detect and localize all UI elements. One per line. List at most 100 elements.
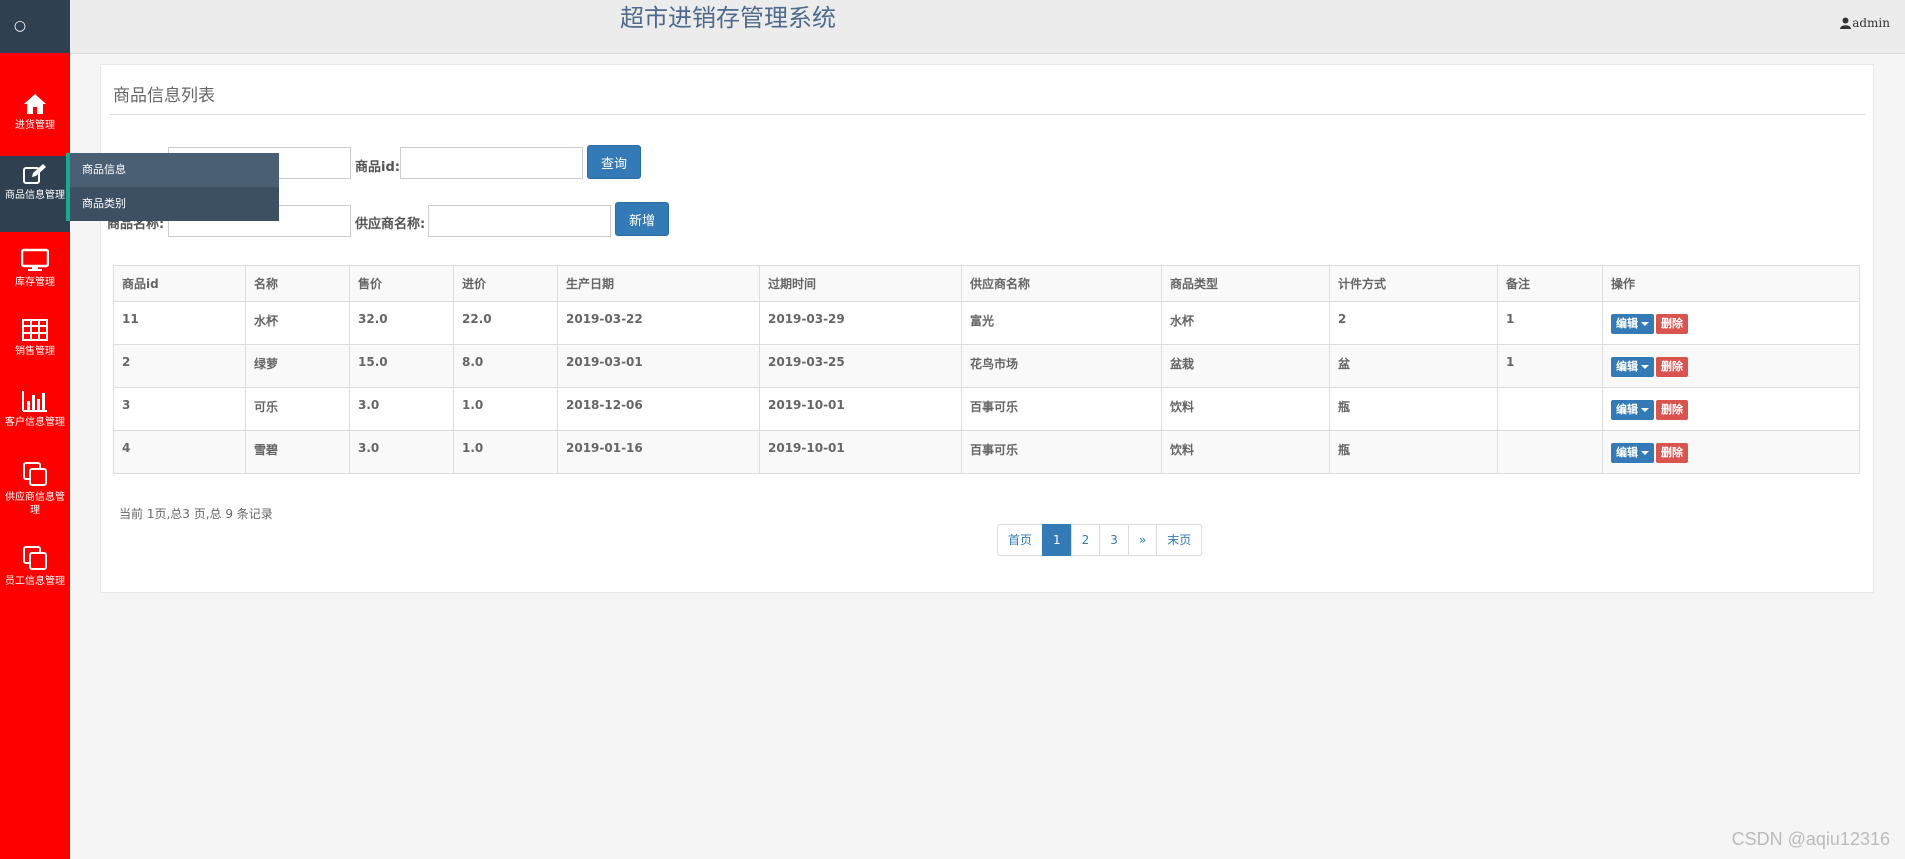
cell-mfg-date: 2019-03-01 xyxy=(557,344,760,388)
goods-table: 商品id 名称 售价 进价 生产日期 过期时间 供应商名称 商品类型 计件方式 … xyxy=(113,265,1860,474)
cell-supplier: 百事可乐 xyxy=(961,387,1162,431)
cell-actions: 编辑 删除 xyxy=(1602,430,1860,474)
cell-expiry: 2019-03-29 xyxy=(759,301,962,345)
edit-dropdown-button[interactable]: 编辑 xyxy=(1611,400,1654,420)
column-header: 售价 xyxy=(349,265,454,302)
submenu-item-goods-info[interactable]: 商品信息 xyxy=(70,153,279,187)
caret-down-icon xyxy=(1641,451,1649,455)
edit-dropdown-button[interactable]: 编辑 xyxy=(1611,443,1654,463)
delete-button[interactable]: 删除 xyxy=(1656,357,1688,377)
cell-name: 水杯 xyxy=(245,301,350,345)
sidebar-item-sales[interactable]: 销售管理 xyxy=(0,319,70,358)
cell-supplier: 百事可乐 xyxy=(961,430,1162,474)
cell-expiry: 2019-03-25 xyxy=(759,344,962,388)
table-row: 2 绿萝 15.0 8.0 2019-03-01 2019-03-25 花鸟市场… xyxy=(113,344,1860,388)
cell-cost: 8.0 xyxy=(453,344,558,388)
page-link-1[interactable]: 1 xyxy=(1042,524,1072,556)
delete-button[interactable]: 删除 xyxy=(1656,400,1688,420)
cell-type: 盆栽 xyxy=(1161,344,1330,388)
goods-list-panel: 商品信息列表 商品id: 查询 商品名称: 供应商名称: 新增 商品id 名称 … xyxy=(100,64,1874,593)
edit-label: 编辑 xyxy=(1616,403,1638,416)
cell-name: 雪碧 xyxy=(245,430,350,474)
last-page-link[interactable]: 末页 xyxy=(1156,524,1203,556)
sidebar-item-goods[interactable]: 商品信息管理 xyxy=(0,156,70,232)
copy-icon xyxy=(23,462,47,486)
user-name: admin xyxy=(1852,16,1890,30)
monitor-icon xyxy=(21,248,49,271)
cell-unit: 盆 xyxy=(1329,344,1498,388)
sidebar-item-label: 库存管理 xyxy=(15,277,55,288)
app-title: 超市进销存管理系统 xyxy=(620,4,836,32)
cell-unit: 瓶 xyxy=(1329,430,1498,474)
column-header: 备注 xyxy=(1497,265,1603,302)
sidebar-item-label: 员工信息管理 xyxy=(5,576,65,587)
column-header: 商品id xyxy=(113,265,246,302)
edit-dropdown-button[interactable]: 编辑 xyxy=(1611,357,1654,377)
cell-unit: 2 xyxy=(1329,301,1498,345)
cell-price: 32.0 xyxy=(349,301,454,345)
page-link-3[interactable]: 3 xyxy=(1099,524,1129,556)
query-button[interactable]: 查询 xyxy=(587,145,641,179)
sidebar-item-staff[interactable]: 员工信息管理 xyxy=(0,545,70,588)
first-page-link[interactable]: 首页 xyxy=(997,524,1044,556)
sidebar-item-purchase[interactable]: 进货管理 xyxy=(0,93,70,132)
user-menu[interactable]: admin xyxy=(1840,16,1890,30)
column-header: 商品类型 xyxy=(1161,265,1330,302)
cell-cost: 1.0 xyxy=(453,387,558,431)
sidebar-item-customers[interactable]: 客户信息管理 xyxy=(0,390,70,429)
divider xyxy=(109,114,1865,115)
delete-button[interactable]: 删除 xyxy=(1656,443,1688,463)
next-page-link[interactable]: » xyxy=(1127,524,1158,556)
column-header: 计件方式 xyxy=(1329,265,1498,302)
cell-expiry: 2019-10-01 xyxy=(759,387,962,431)
cell-name: 可乐 xyxy=(245,387,350,431)
supplier-name-field[interactable] xyxy=(428,205,611,237)
cell-mfg-date: 2018-12-06 xyxy=(557,387,760,431)
goods-id-field[interactable] xyxy=(400,147,583,179)
cell-note xyxy=(1497,387,1603,431)
cell-note xyxy=(1497,430,1603,474)
sidebar-item-inventory[interactable]: 库存管理 xyxy=(0,248,70,289)
cell-price: 3.0 xyxy=(349,430,454,474)
goods-submenu: 商品信息 商品类别 xyxy=(66,153,279,221)
caret-down-icon xyxy=(1641,365,1649,369)
column-header: 过期时间 xyxy=(759,265,962,302)
page-link-2[interactable]: 2 xyxy=(1070,524,1101,556)
copy-icon xyxy=(23,546,47,570)
caret-down-icon xyxy=(1641,322,1649,326)
cell-name: 绿萝 xyxy=(245,344,350,388)
cell-price: 15.0 xyxy=(349,344,454,388)
delete-button[interactable]: 删除 xyxy=(1656,314,1688,334)
column-header: 供应商名称 xyxy=(961,265,1162,302)
cell-type: 饮料 xyxy=(1161,430,1330,474)
table-row: 11 水杯 32.0 22.0 2019-03-22 2019-03-29 富光… xyxy=(113,301,1860,345)
table-row: 3 可乐 3.0 1.0 2018-12-06 2019-10-01 百事可乐 … xyxy=(113,387,1860,431)
cell-price: 3.0 xyxy=(349,387,454,431)
cell-id: 2 xyxy=(113,344,246,388)
cell-actions: 编辑 删除 xyxy=(1602,301,1860,345)
cell-id: 4 xyxy=(113,430,246,474)
edit-dropdown-button[interactable]: 编辑 xyxy=(1611,314,1654,334)
submenu-item-goods-category[interactable]: 商品类别 xyxy=(70,187,279,221)
add-button[interactable]: 新增 xyxy=(615,202,669,236)
goods-id-label: 商品id: xyxy=(355,160,400,175)
cell-supplier: 花鸟市场 xyxy=(961,344,1162,388)
edit-label: 编辑 xyxy=(1616,360,1638,373)
column-header: 生产日期 xyxy=(557,265,760,302)
edit-label: 编辑 xyxy=(1616,446,1638,459)
cell-supplier: 富光 xyxy=(961,301,1162,345)
logo: ○ xyxy=(0,0,70,53)
sidebar-item-label: 客户信息管理 xyxy=(5,417,65,428)
table-row: 4 雪碧 3.0 1.0 2019-01-16 2019-10-01 百事可乐 … xyxy=(113,430,1860,474)
sidebar-item-suppliers[interactable]: 供应商信息管理 xyxy=(0,461,70,517)
table-icon xyxy=(22,319,48,341)
cell-note: 1 xyxy=(1497,344,1603,388)
sidebar-item-label: 销售管理 xyxy=(15,346,55,357)
caret-down-icon xyxy=(1641,408,1649,412)
cell-cost: 1.0 xyxy=(453,430,558,474)
cell-type: 饮料 xyxy=(1161,387,1330,431)
sidebar-item-label: 商品信息管理 xyxy=(5,190,65,201)
user-icon xyxy=(1840,17,1852,29)
cell-unit: 瓶 xyxy=(1329,387,1498,431)
edit-icon xyxy=(23,164,46,184)
